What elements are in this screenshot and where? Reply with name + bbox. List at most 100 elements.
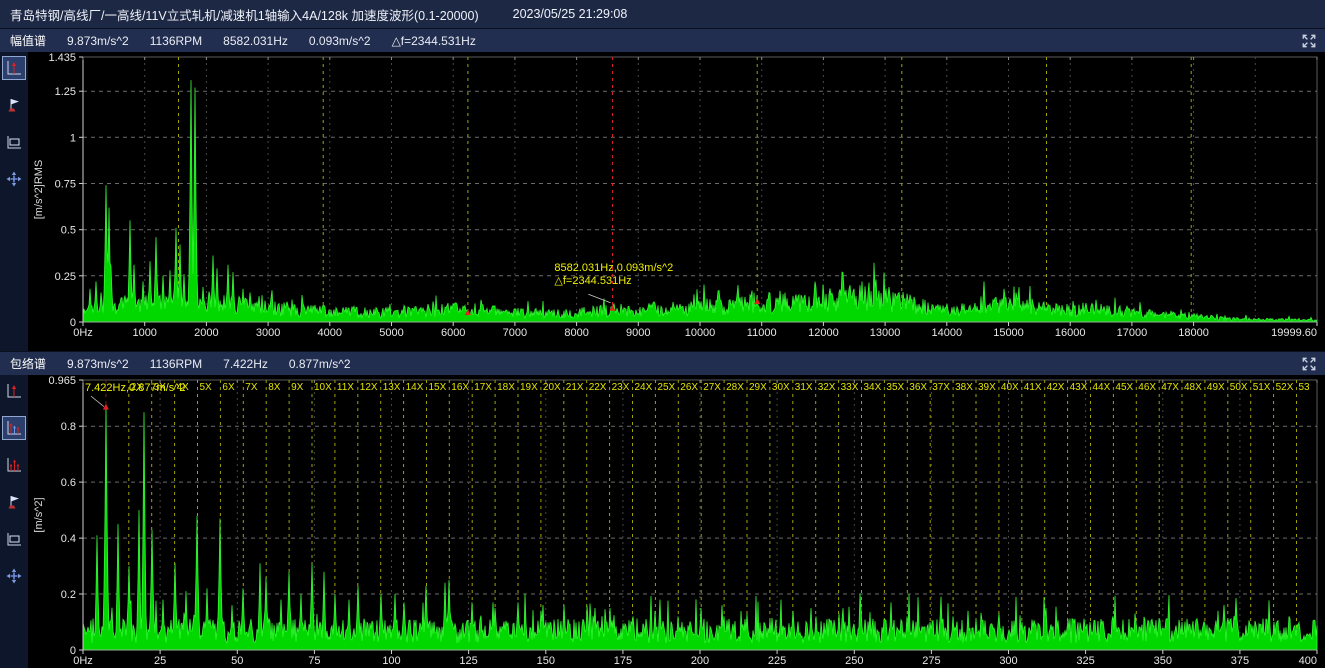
svg-text:100: 100 [382,655,400,667]
svg-text:125: 125 [459,655,477,667]
svg-text:0.75: 0.75 [55,179,76,191]
svg-text:7.422Hz,0.877m/s^2: 7.422Hz,0.877m/s^2 [85,382,186,394]
svg-text:26X: 26X [680,382,698,393]
svg-text:35X: 35X [886,382,904,393]
tool-single-cursor[interactable] [2,379,26,403]
envelope-spectrum-chart[interactable]: 0Hz2550751001251501752002252502753003253… [28,375,1325,668]
svg-text:37X: 37X [932,382,950,393]
single-cursor-tool-icon [5,59,23,77]
svg-text:150: 150 [537,655,555,667]
amplitude-panel: 幅值谱 9.873m/s^2 1136RPM 8582.031Hz 0.093m… [0,28,1325,351]
svg-text:12000: 12000 [808,327,839,339]
svg-text:0Hz: 0Hz [73,655,93,667]
svg-text:0: 0 [70,317,76,329]
svg-text:75: 75 [308,655,320,667]
tool-pan-move[interactable] [2,167,26,191]
tool-harmonic-cursor[interactable] [2,416,26,440]
svg-text:25X: 25X [657,382,675,393]
amplitude-expand-button[interactable] [1301,33,1317,49]
svg-text:18X: 18X [497,382,515,393]
svg-text:39X: 39X [978,382,996,393]
svg-text:375: 375 [1231,655,1249,667]
tool-zoom-box[interactable] [2,130,26,154]
svg-text:0: 0 [70,645,76,657]
amplitude-toolbar [0,52,28,351]
svg-text:5000: 5000 [379,327,403,339]
svg-text:33X: 33X [841,382,859,393]
svg-text:23X: 23X [612,382,630,393]
svg-text:31X: 31X [795,382,813,393]
svg-text:1000: 1000 [132,327,156,339]
svg-text:12X: 12X [360,382,378,393]
zoom-box-tool-icon [5,530,23,548]
svg-text:38X: 38X [955,382,973,393]
svg-text:14X: 14X [406,382,424,393]
pan-move-tool-icon [5,567,23,585]
svg-text:6000: 6000 [441,327,465,339]
svg-text:14000: 14000 [932,327,963,339]
svg-text:6X: 6X [222,382,235,393]
svg-text:43X: 43X [1070,382,1088,393]
svg-text:25: 25 [154,655,166,667]
svg-text:13X: 13X [383,382,401,393]
amplitude-spectrum-chart[interactable]: 0Hz1000200030004000500060007000800090001… [28,52,1325,351]
amplitude-chart-region: 0Hz1000200030004000500060007000800090001… [0,52,1325,351]
expand-arrows-icon [1301,356,1317,372]
svg-text:0.25: 0.25 [55,271,76,283]
flag-marker-tool-icon [5,493,23,511]
svg-text:46X: 46X [1138,382,1156,393]
svg-text:11000: 11000 [747,327,777,339]
svg-text:34X: 34X [864,382,882,393]
svg-text:51X: 51X [1253,382,1271,393]
envelope-cursor-amplitude: 0.877m/s^2 [289,357,351,371]
svg-text:50X: 50X [1230,382,1248,393]
svg-text:15X: 15X [429,382,447,393]
svg-text:325: 325 [1076,655,1094,667]
svg-text:11X: 11X [337,382,354,393]
svg-text:8582.031Hz,0.093m/s^2: 8582.031Hz,0.093m/s^2 [554,262,673,274]
amplitude-rpm-value: 1136RPM [150,34,202,48]
svg-text:19X: 19X [520,382,538,393]
svg-text:300: 300 [999,655,1017,667]
svg-text:1.435: 1.435 [48,52,76,64]
envelope-header: 包络谱 9.873m/s^2 1136RPM 7.422Hz 0.877m/s^… [0,351,1325,375]
svg-text:21X: 21X [566,382,584,393]
svg-text:225: 225 [768,655,786,667]
zoom-box-tool-icon [5,133,23,151]
tool-flag-marker[interactable] [2,93,26,117]
svg-text:18000: 18000 [1178,327,1209,339]
svg-text:15000: 15000 [993,327,1024,339]
svg-text:13000: 13000 [870,327,901,339]
envelope-overall-value: 9.873m/s^2 [67,357,129,371]
tool-zoom-box[interactable] [2,527,26,551]
flag-marker-tool-icon [5,96,23,114]
svg-text:[m/s^2]: [m/s^2] [33,497,45,532]
envelope-panel: 包络谱 9.873m/s^2 1136RPM 7.422Hz 0.877m/s^… [0,351,1325,668]
svg-text:16X: 16X [451,382,469,393]
svg-text:400: 400 [1299,655,1317,667]
svg-text:19999.60: 19999.60 [1271,327,1317,339]
svg-text:30X: 30X [772,382,790,393]
svg-text:0.5: 0.5 [61,225,76,237]
svg-text:0Hz: 0Hz [73,327,93,339]
svg-text:250: 250 [845,655,863,667]
envelope-toolbar [0,375,28,668]
envelope-rpm-value: 1136RPM [150,357,202,371]
svg-text:0.4: 0.4 [61,533,76,545]
envelope-chart-region: 0Hz2550751001251501752002252502753003253… [0,375,1325,668]
svg-text:53X: 53X [1299,382,1317,393]
amplitude-cursor-frequency: 8582.031Hz [223,34,288,48]
tool-single-cursor[interactable] [2,56,26,80]
svg-text:7000: 7000 [503,327,527,339]
svg-text:48X: 48X [1184,382,1202,393]
svg-text:32X: 32X [818,382,836,393]
tool-sideband-cursor[interactable] [2,453,26,477]
app-window: 青岛特钢/高线厂/一高线/11V立式轧机/减速机1轴输入4A/128k 加速度波… [0,0,1325,668]
svg-text:10000: 10000 [685,327,716,339]
envelope-cursor-frequency: 7.422Hz [223,357,268,371]
envelope-expand-button[interactable] [1301,356,1317,372]
svg-text:17000: 17000 [1117,327,1148,339]
tool-pan-move[interactable] [2,564,26,588]
amplitude-header: 幅值谱 9.873m/s^2 1136RPM 8582.031Hz 0.093m… [0,28,1325,52]
tool-flag-marker[interactable] [2,490,26,514]
